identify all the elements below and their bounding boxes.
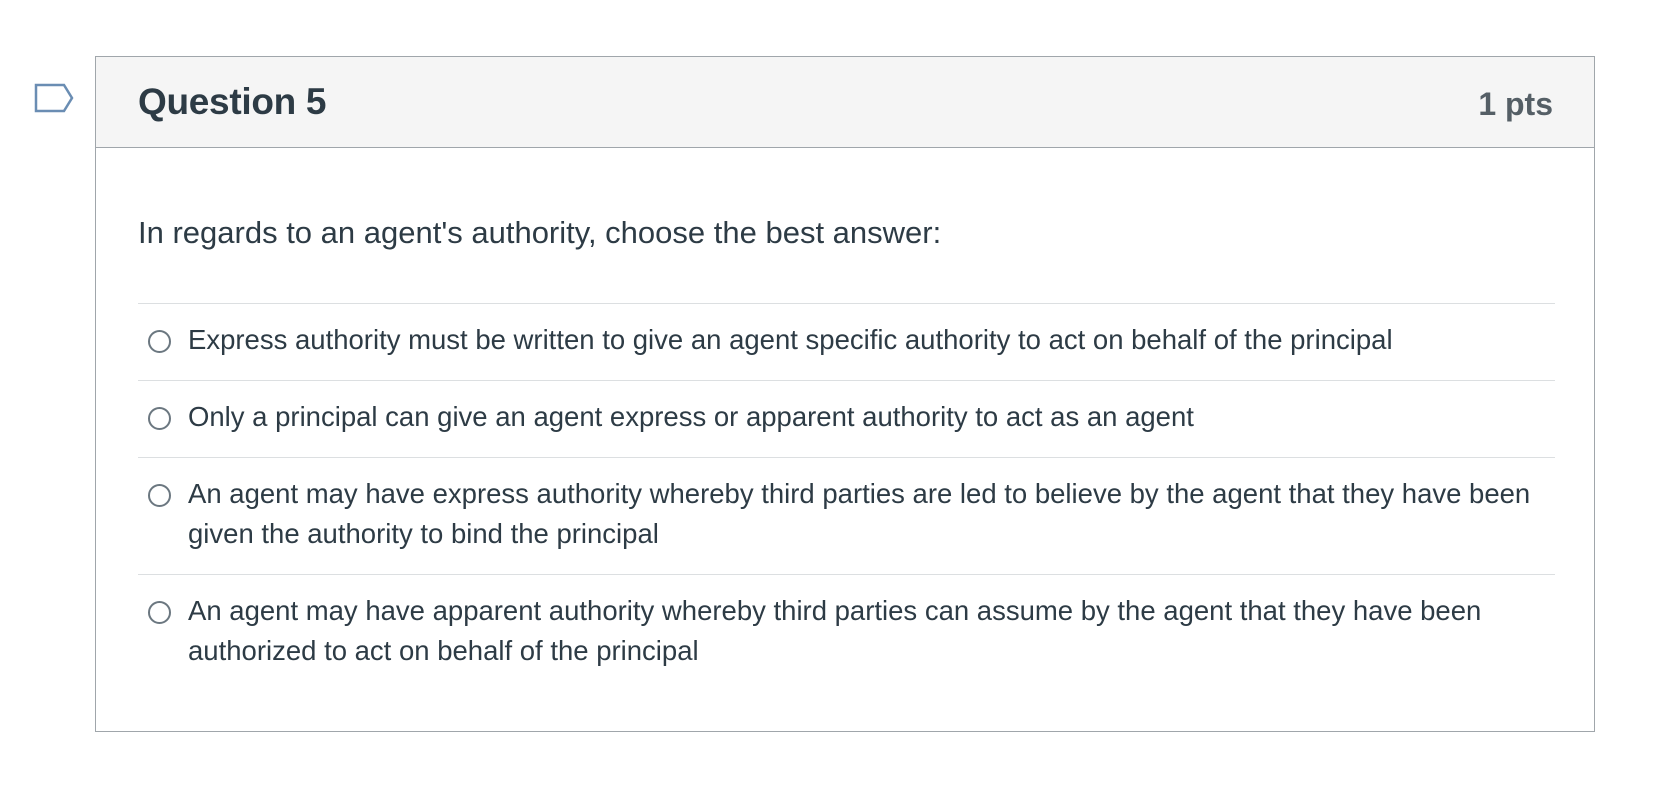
answer-label[interactable]: An agent may have express authority wher…: [188, 458, 1555, 572]
question-points: 1 pts: [1478, 86, 1553, 122]
answer-label[interactable]: Express authority must be written to giv…: [188, 304, 1555, 378]
radio-button[interactable]: [148, 601, 171, 624]
answer-option[interactable]: Express authority must be written to giv…: [138, 304, 1555, 381]
answer-label[interactable]: An agent may have apparent authority whe…: [188, 575, 1555, 689]
flag-question-icon[interactable]: [34, 83, 74, 117]
question-title: Question 5: [138, 81, 327, 122]
question-text: In regards to an agent's authority, choo…: [138, 215, 942, 250]
radio-button[interactable]: [148, 484, 171, 507]
answer-list: Express authority must be written to giv…: [138, 303, 1555, 695]
question-card: Question 5 1 pts In regards to an agent'…: [95, 56, 1595, 732]
answer-option[interactable]: An agent may have express authority wher…: [138, 458, 1555, 575]
radio-button[interactable]: [148, 407, 171, 430]
radio-button[interactable]: [148, 330, 171, 353]
answer-label[interactable]: Only a principal can give an agent expre…: [188, 381, 1555, 455]
answer-option[interactable]: Only a principal can give an agent expre…: [138, 381, 1555, 458]
question-header: Question 5 1 pts: [96, 57, 1594, 148]
answer-option[interactable]: An agent may have apparent authority whe…: [138, 575, 1555, 695]
